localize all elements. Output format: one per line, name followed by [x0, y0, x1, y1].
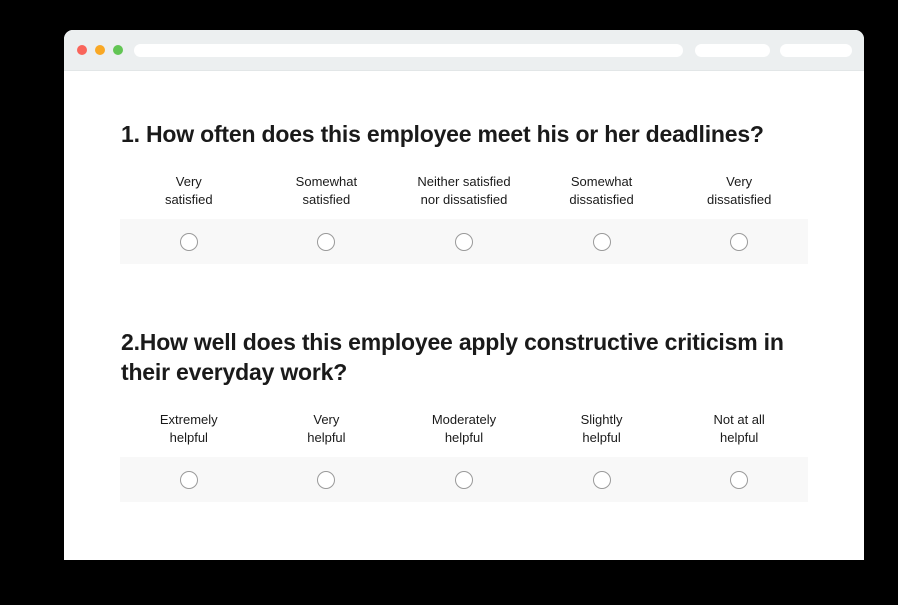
minimize-window-button[interactable] — [95, 45, 105, 55]
rating-scale-1: Very satisfied Somewhat satisfied Neithe… — [64, 173, 864, 264]
scale-option-label-line1: Extremely — [159, 412, 218, 427]
scale-option-label-line1: Somewhat — [295, 174, 358, 189]
close-window-button[interactable] — [77, 45, 87, 55]
radio-button-q1-opt4[interactable] — [592, 232, 611, 251]
radio-button-q1-opt5[interactable] — [730, 232, 749, 251]
radio-cell — [120, 470, 258, 489]
radio-button-q2-opt5[interactable] — [730, 470, 749, 489]
scale-option-label-line1: Neither satisfied — [417, 174, 511, 189]
radio-cell — [258, 470, 396, 489]
scale-option-label-line2: helpful — [169, 430, 208, 445]
radio-button-q2-opt2[interactable] — [317, 470, 336, 489]
scale-option-label-line2: dissatisfied — [569, 192, 634, 207]
scale-option-label: Very dissatisfied — [670, 173, 808, 219]
scale-option-label-line1: Very — [313, 412, 340, 427]
radio-cell — [395, 470, 533, 489]
scale-option-label-line2: dissatisfied — [707, 192, 772, 207]
question-block-1: 1. How often does this employee meet his… — [64, 119, 864, 264]
scale-option-label-line2: helpful — [582, 430, 621, 445]
radio-cell — [533, 232, 671, 251]
toolbar-pill-secondary[interactable] — [780, 44, 852, 57]
rating-scale-labels-1: Very satisfied Somewhat satisfied Neithe… — [120, 173, 808, 219]
question-block-2: 2.How well does this employee apply cons… — [64, 327, 864, 502]
scale-option-label-line2: satisfied — [302, 192, 351, 207]
browser-window: 1. How often does this employee meet his… — [64, 30, 864, 560]
scale-option-label: Somewhat dissatisfied — [533, 173, 671, 219]
scale-option-label-line2: helpful — [720, 430, 759, 445]
address-bar-input[interactable] — [134, 44, 683, 57]
toolbar-pill-primary[interactable] — [695, 44, 770, 57]
scale-option-label-line1: Very — [726, 174, 753, 189]
rating-scale-labels-2: Extremely helpful Very helpful Moderatel… — [120, 411, 808, 457]
scale-option-label-line1: Slightly — [580, 412, 623, 427]
scale-option-label: Somewhat satisfied — [258, 173, 396, 219]
radio-cell — [670, 470, 808, 489]
question-title-1: 1. How often does this employee meet his… — [121, 121, 764, 147]
scale-option-label-line1: Moderately — [431, 412, 497, 427]
scale-option-label-line2: satisfied — [164, 192, 213, 207]
rating-scale-2: Extremely helpful Very helpful Moderatel… — [64, 411, 864, 502]
question-title-2: 2.How well does this employee apply cons… — [121, 329, 784, 385]
radio-button-q1-opt2[interactable] — [317, 232, 336, 251]
radio-cell — [670, 232, 808, 251]
radio-button-q1-opt1[interactable] — [179, 232, 198, 251]
rating-scale-band-1 — [120, 219, 808, 264]
radio-cell — [395, 232, 533, 251]
radio-cell — [258, 232, 396, 251]
radio-cell — [533, 470, 671, 489]
scale-option-label-line1: Somewhat — [570, 174, 633, 189]
radio-button-q2-opt4[interactable] — [592, 470, 611, 489]
scale-option-label-line1: Very — [175, 174, 202, 189]
browser-titlebar — [64, 30, 864, 71]
scale-option-label: Slightly helpful — [533, 411, 671, 457]
traffic-lights — [77, 45, 123, 55]
radio-button-q2-opt1[interactable] — [179, 470, 198, 489]
scale-option-label-line2: nor dissatisfied — [420, 192, 508, 207]
scale-option-label: Not at all helpful — [670, 411, 808, 457]
scale-option-label: Neither satisfied nor dissatisfied — [395, 173, 533, 219]
radio-button-q2-opt3[interactable] — [454, 470, 473, 489]
scale-option-label: Moderately helpful — [395, 411, 533, 457]
radio-button-q1-opt3[interactable] — [454, 232, 473, 251]
rating-scale-band-2 — [120, 457, 808, 502]
radio-cell — [120, 232, 258, 251]
maximize-window-button[interactable] — [113, 45, 123, 55]
scale-option-label-line2: helpful — [307, 430, 346, 445]
scale-option-label: Very satisfied — [120, 173, 258, 219]
scale-option-label: Very helpful — [258, 411, 396, 457]
scale-option-label-line2: helpful — [444, 430, 484, 445]
survey-page: 1. How often does this employee meet his… — [64, 71, 864, 560]
scale-option-label: Extremely helpful — [120, 411, 258, 457]
scale-option-label-line1: Not at all — [713, 412, 765, 427]
